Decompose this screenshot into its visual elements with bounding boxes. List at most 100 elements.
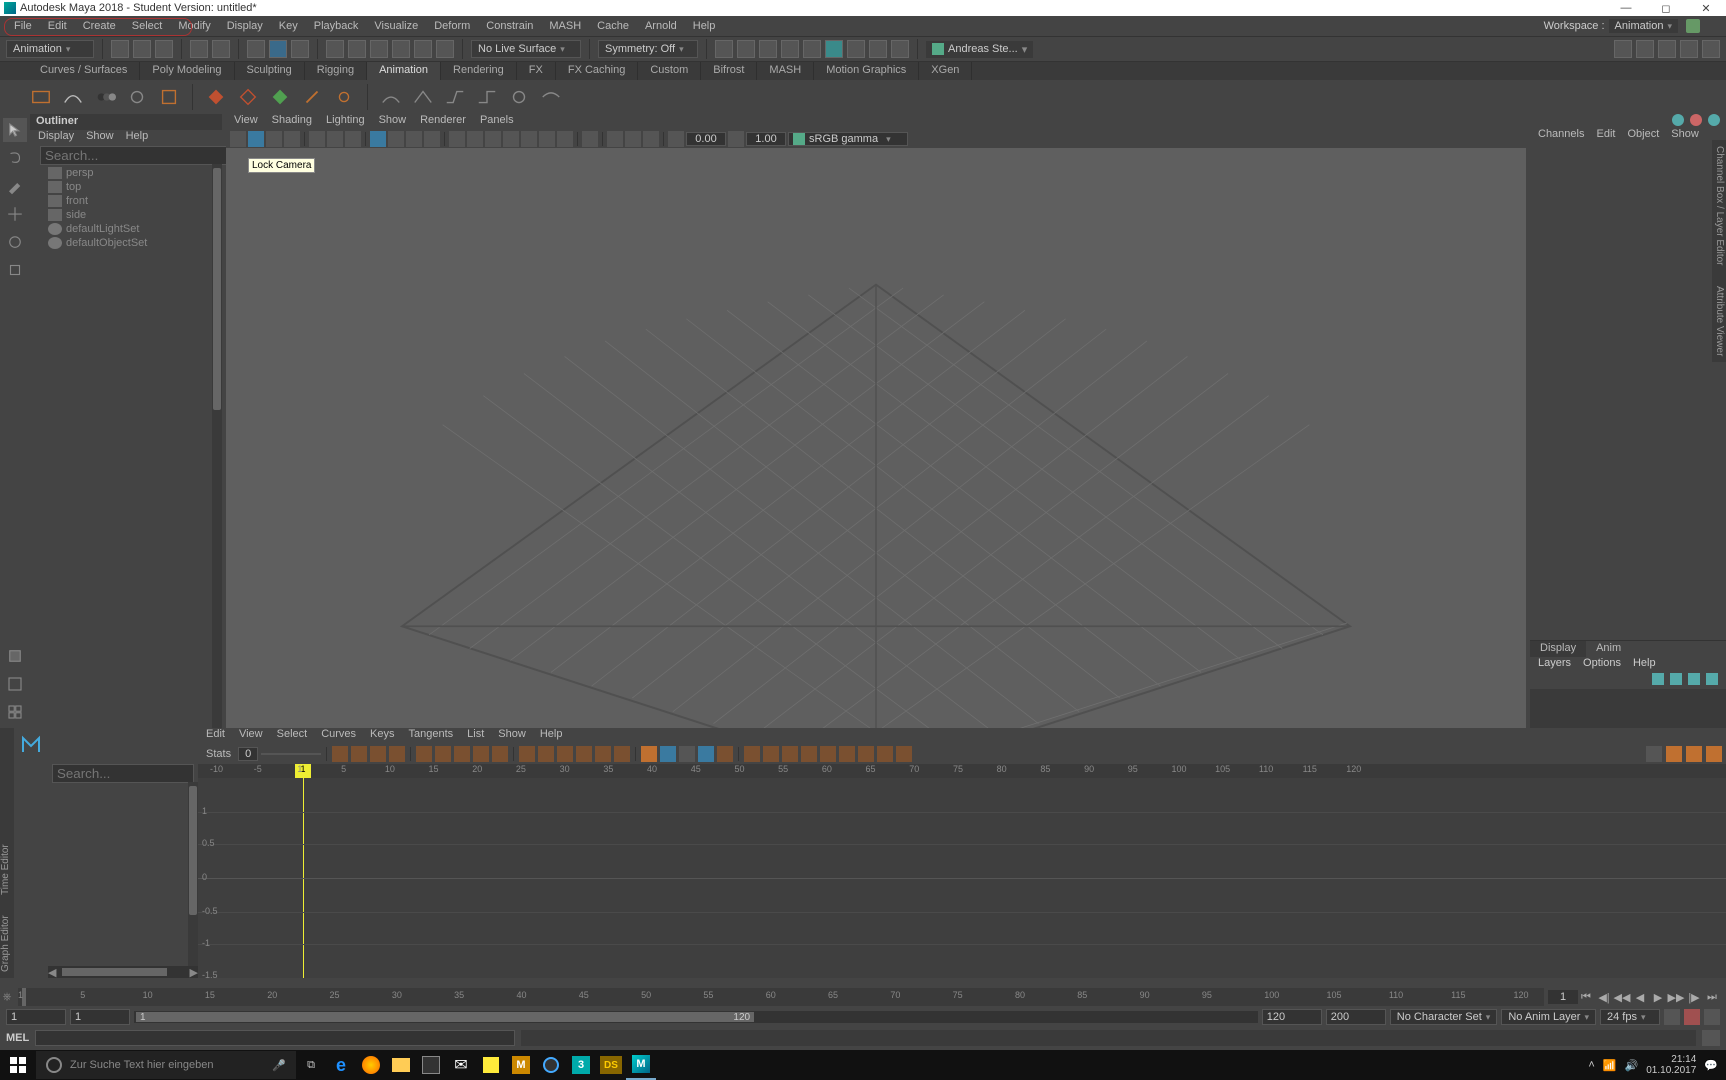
ge-region-icon[interactable]: [416, 746, 432, 762]
image-plane-icon[interactable]: [309, 131, 325, 147]
menu-deform[interactable]: Deform: [426, 18, 478, 34]
outliner-menu-show[interactable]: Show: [86, 130, 114, 146]
ge-tan-clamped-icon[interactable]: [557, 746, 573, 762]
store-icon[interactable]: [416, 1050, 446, 1080]
workspace-dropdown[interactable]: Animation: [1609, 19, 1678, 33]
layer-menu-options[interactable]: Options: [1583, 657, 1621, 673]
ge-insertkeys-icon[interactable]: [351, 746, 367, 762]
menu-visualize[interactable]: Visualize: [366, 18, 426, 34]
shelf-tab-xgen[interactable]: XGen: [919, 62, 972, 80]
outliner-list[interactable]: persp top front side defaultLightSet def…: [30, 164, 222, 768]
layer-movedown-icon[interactable]: [1706, 673, 1718, 685]
graph-outliner-hscroll[interactable]: ◀▶: [48, 966, 198, 978]
isolate-select-icon[interactable]: [582, 131, 598, 147]
menu-playback[interactable]: Playback: [306, 18, 367, 34]
ge-retime-icon[interactable]: [435, 746, 451, 762]
firefox-icon[interactable]: [356, 1050, 386, 1080]
shelf-set-key-icon[interactable]: [203, 84, 229, 110]
outliner-item-top[interactable]: top: [34, 180, 218, 194]
autokey-toggle-icon[interactable]: [1664, 1009, 1680, 1025]
toggle-render-icon[interactable]: [847, 40, 865, 58]
shelf-tab-bifrost[interactable]: Bifrost: [701, 62, 757, 80]
tray-network-icon[interactable]: 📶: [1603, 1059, 1617, 1072]
xray-active-icon[interactable]: [643, 131, 659, 147]
ge-tan-linear-icon[interactable]: [576, 746, 592, 762]
lock-camera-icon[interactable]: [248, 131, 264, 147]
tray-chevron-icon[interactable]: ˄: [1588, 1059, 1594, 1071]
gamma-field[interactable]: 1.00: [746, 132, 786, 146]
anim-layer-dropdown[interactable]: No Anim Layer: [1501, 1009, 1596, 1025]
go-to-start-button[interactable]: ⏮: [1578, 989, 1594, 1005]
outliner-item-front[interactable]: front: [34, 194, 218, 208]
render-settings-icon[interactable]: [759, 40, 777, 58]
lasso-tool[interactable]: [3, 146, 27, 170]
paint-select-tool[interactable]: [3, 174, 27, 198]
ge-lattice-icon[interactable]: [389, 746, 405, 762]
workspace-lock-icon[interactable]: [1686, 19, 1700, 33]
shelf-tab-custom[interactable]: Custom: [638, 62, 701, 80]
go-to-end-button[interactable]: ⏭: [1704, 989, 1720, 1005]
menu-mash[interactable]: MASH: [541, 18, 589, 34]
set-key-button[interactable]: [1684, 1009, 1700, 1025]
live-surface-dropdown[interactable]: No Live Surface: [471, 40, 581, 58]
vp-menu-lighting[interactable]: Lighting: [326, 114, 365, 130]
shelf-bake-icon[interactable]: [156, 84, 182, 110]
scale-tool[interactable]: [3, 258, 27, 282]
shelf-constraint-icon[interactable]: [331, 84, 357, 110]
pause-icon[interactable]: [869, 40, 887, 58]
ge-menu-help[interactable]: Help: [540, 728, 563, 744]
character-set-dropdown[interactable]: No Character Set: [1390, 1009, 1498, 1025]
menu-help[interactable]: Help: [685, 18, 724, 34]
ge-movekeys-icon[interactable]: [332, 746, 348, 762]
menu-create[interactable]: Create: [75, 18, 124, 34]
shelf-tangent-linear-icon[interactable]: [410, 84, 436, 110]
explorer-icon[interactable]: [386, 1050, 416, 1080]
menu-arnold[interactable]: Arnold: [637, 18, 685, 34]
cb-tab-object[interactable]: Object: [1627, 128, 1659, 146]
ge-tan-step-icon[interactable]: [614, 746, 630, 762]
layer-createempty-icon[interactable]: [1652, 673, 1664, 685]
ge-cycle-icon[interactable]: [782, 746, 798, 762]
range-end-inner[interactable]: 120: [1262, 1009, 1322, 1025]
snap-grid-icon[interactable]: [326, 40, 344, 58]
shelf-tab-animation[interactable]: Animation: [367, 62, 441, 80]
3dsmax-icon[interactable]: 3: [566, 1050, 596, 1080]
step-back-frame-button[interactable]: ◀|: [1596, 989, 1612, 1005]
anim-prefs-icon[interactable]: [1704, 1009, 1720, 1025]
ge-tan-flat-icon[interactable]: [595, 746, 611, 762]
vp-menu-renderer[interactable]: Renderer: [420, 114, 466, 130]
symmetry-dropdown[interactable]: Symmetry: Off: [598, 40, 698, 58]
exposure-icon[interactable]: [668, 131, 684, 147]
user-account[interactable]: Andreas Ste... ▾: [926, 41, 1033, 58]
side-tab-attreditor[interactable]: Attribute Viewer: [1713, 286, 1725, 356]
graph-search-input[interactable]: [52, 764, 194, 783]
ge-buffer-icon[interactable]: [641, 746, 657, 762]
shelf-tab-motiongraphics[interactable]: Motion Graphics: [814, 62, 919, 80]
select-hierarchy-icon[interactable]: [247, 40, 265, 58]
graph-plot-area[interactable]: 1 0.5 0 -0.5 -1 -1.5: [198, 778, 1726, 978]
step-forward-key-button[interactable]: ▶▶: [1668, 989, 1684, 1005]
ge-unify-icon[interactable]: [698, 746, 714, 762]
step-forward-frame-button[interactable]: |▶: [1686, 989, 1702, 1005]
start-button[interactable]: [0, 1050, 36, 1080]
save-scene-icon[interactable]: [155, 40, 173, 58]
snap-live-icon[interactable]: [414, 40, 432, 58]
shelf-set-keyanim-icon[interactable]: [235, 84, 261, 110]
gamma-icon[interactable]: [728, 131, 744, 147]
shelf-tab-rendering[interactable]: Rendering: [441, 62, 517, 80]
timeslider-snap-icon[interactable]: ⎈: [0, 991, 14, 1004]
cb-tab-channels[interactable]: Channels: [1538, 128, 1584, 146]
ge-misc2-icon[interactable]: [896, 746, 912, 762]
ipr-render-icon[interactable]: [737, 40, 755, 58]
shelf-tab-fx[interactable]: FX: [517, 62, 556, 80]
select-tool[interactable]: [3, 118, 27, 142]
human-ik-icon[interactable]: [1636, 40, 1654, 58]
open-scene-icon[interactable]: [133, 40, 151, 58]
range-slider-thumb[interactable]: 1 120: [136, 1012, 754, 1022]
layer-menu-help[interactable]: Help: [1633, 657, 1656, 673]
ge-opt2-icon[interactable]: [1666, 746, 1682, 762]
ge-opt4-icon[interactable]: [1706, 746, 1722, 762]
snap-misc-icon[interactable]: [436, 40, 454, 58]
ge-stats-field[interactable]: 0: [238, 747, 258, 761]
minimize-button[interactable]: —: [1606, 0, 1646, 16]
